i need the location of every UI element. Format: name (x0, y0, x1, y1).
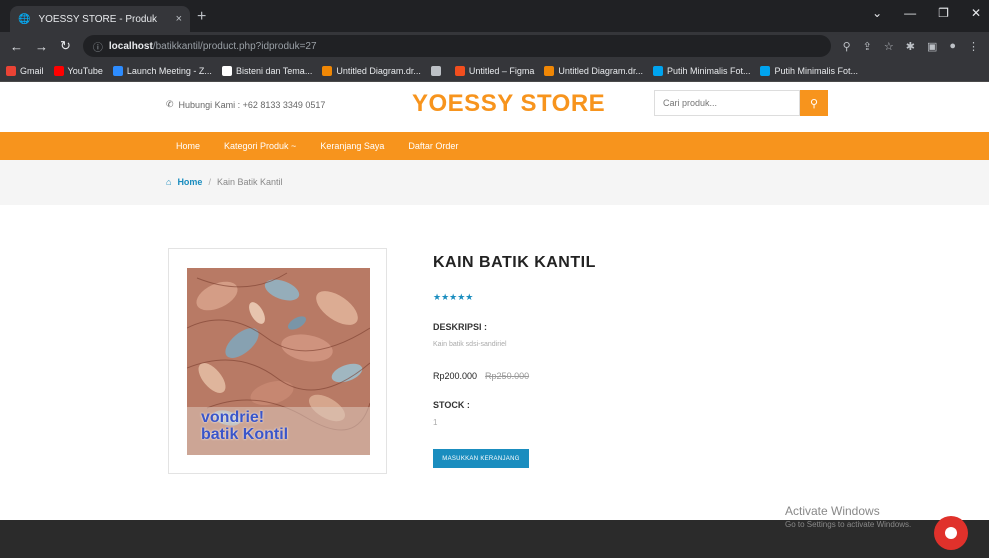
contact-info: ✆ Hubungi Kami : +62 8133 3349 0517 (166, 99, 325, 110)
address-actions: ⚲ ⇪ ☆ ✱ ▣ ● ⋮ (843, 40, 979, 53)
product-image[interactable]: vondrie! batik Kontil (187, 268, 370, 455)
address-bar: ← → ↻ ⓘ localhost/batikkantil/product.ph… (0, 32, 989, 60)
url-text: localhost/batikkantil/product.php?idprod… (108, 40, 317, 52)
bookmark-label: YouTube (67, 65, 103, 76)
bookmark-item[interactable]: Bisteni dan Tema... (221, 65, 313, 76)
bookmark-item[interactable]: YouTube (53, 65, 103, 76)
tab-search-icon[interactable]: ⌄ (872, 6, 882, 20)
breadcrumb-current: Kain Batik Kantil (216, 177, 283, 187)
bookmark-item[interactable] (430, 65, 445, 76)
product-description: Kain batik sdsi-sandiriel (433, 341, 507, 348)
bookmark-label: Launch Meeting - Z... (126, 65, 212, 76)
sidepanel-icon[interactable]: ▣ (927, 40, 937, 53)
nav-daftar-order[interactable]: Daftar Order (408, 141, 458, 151)
info-icon: ⓘ (92, 42, 103, 54)
browser-tab[interactable]: 🌐 YOESSY STORE - Produk × (10, 6, 190, 32)
bookmark-favicon-icon (652, 65, 663, 76)
new-tab-button[interactable]: + (197, 8, 206, 26)
zoom-icon[interactable]: ⚲ (843, 40, 851, 53)
contact-text: Hubungi Kami : +62 8133 3349 0517 (178, 99, 326, 110)
bookmark-item[interactable]: Launch Meeting - Z... (112, 65, 212, 76)
price-row: Rp200.000 Rp250.000 (433, 371, 529, 381)
bookmark-label: Untitled – Figma (468, 65, 535, 76)
bookmark-item[interactable]: Putih Minimalis Fot... (760, 65, 859, 76)
bookmark-favicon-icon (112, 65, 123, 76)
bookmark-item[interactable]: Putih Minimalis Fot... (652, 65, 751, 76)
nav-keranjang[interactable]: Keranjang Saya (320, 141, 384, 151)
nav-home[interactable]: Home (176, 141, 200, 151)
bookmark-favicon-icon (53, 65, 64, 76)
activate-windows-watermark: Activate Windows Go to Settings to activ… (785, 504, 912, 529)
bookmark-favicon-icon (6, 65, 16, 76)
chat-widget-button[interactable] (934, 516, 968, 550)
bookmark-favicon-icon (221, 65, 232, 76)
image-watermark-text: vondrie! batik Kontil (201, 409, 289, 443)
old-price: Rp250.000 (485, 371, 530, 381)
bookmark-favicon-icon (430, 65, 441, 76)
minimize-icon[interactable]: — (904, 6, 916, 20)
tab-title: YOESSY STORE - Produk (38, 13, 158, 25)
rating-stars: ★★★★★ (433, 292, 474, 302)
bookmark-label: Untitled Diagram.dr... (558, 65, 643, 76)
bookmark-label: Gmail (20, 65, 44, 76)
window-controls: ⌄ — ❐ ✕ (872, 6, 981, 20)
bookmark-favicon-icon (760, 65, 771, 76)
chat-icon (945, 527, 957, 539)
close-tab-icon[interactable]: × (176, 13, 182, 25)
bookmark-label: Untitled Diagram.dr... (336, 65, 421, 76)
add-to-cart-button[interactable]: MASUKKAN KERANJANG (433, 449, 529, 468)
close-window-icon[interactable]: ✕ (971, 6, 981, 20)
globe-icon: 🌐 (18, 13, 31, 25)
search-button[interactable]: ⚲ (800, 90, 828, 116)
bookmark-label: Putih Minimalis Fot... (666, 65, 751, 76)
share-icon[interactable]: ⇪ (863, 40, 872, 53)
bookmarks-bar: Gmail YouTube Launch Meeting - Z... Bisteni… (0, 60, 989, 82)
bookmark-favicon-icon (322, 65, 333, 76)
search-form: ⚲ (654, 90, 830, 116)
stock-label: STOCK : (433, 400, 470, 410)
bookmark-label: Bisteni dan Tema... (235, 65, 313, 76)
product-image-frame: vondrie! batik Kontil (168, 248, 387, 474)
site-logo[interactable]: YOESSY STORE (412, 90, 605, 118)
forward-icon[interactable]: → (35, 39, 48, 54)
phone-icon: ✆ (166, 99, 174, 109)
bookmark-item[interactable]: Gmail (6, 65, 44, 76)
home-icon: ⌂ (166, 177, 172, 187)
bookmark-item[interactable]: Untitled – Figma (454, 65, 535, 76)
bookmark-favicon-icon (544, 65, 555, 76)
breadcrumb-home[interactable]: Home (177, 177, 202, 187)
description-label: DESKRIPSI : (433, 322, 488, 332)
bookmark-item[interactable]: Untitled Diagram.dr... (322, 65, 421, 76)
bookmark-label: Putih Minimalis Fot... (774, 65, 859, 76)
product-title: KAIN BATIK KANTIL (433, 254, 596, 271)
browser-tab-bar: 🌐 YOESSY STORE - Produk × + ⌄ — ❐ ✕ (0, 0, 989, 32)
stock-value: 1 (433, 418, 438, 427)
breadcrumb-separator: / (208, 177, 211, 187)
bookmark-favicon-icon (454, 65, 465, 76)
search-input[interactable] (654, 90, 800, 116)
menu-icon[interactable]: ⋮ (968, 40, 979, 53)
reload-icon[interactable]: ↻ (60, 38, 71, 54)
nav-kategori[interactable]: Kategori Produk ~ (224, 141, 296, 151)
breadcrumb: ⌂ Home / Kain Batik Kantil (0, 160, 989, 205)
url-field[interactable]: ⓘ localhost/batikkantil/product.php?idpr… (82, 35, 831, 57)
search-icon: ⚲ (809, 97, 819, 110)
bookmark-item[interactable]: Untitled Diagram.dr... (544, 65, 643, 76)
extensions-icon[interactable]: ✱ (906, 40, 915, 53)
bookmark-star-icon[interactable]: ☆ (884, 40, 894, 53)
main-nav: Home Kategori Produk ~ Keranjang Saya Da… (0, 132, 989, 160)
profile-avatar[interactable]: ● (949, 40, 956, 53)
restore-icon[interactable]: ❐ (938, 6, 949, 20)
back-icon[interactable]: ← (10, 39, 23, 54)
site-header: ✆ Hubungi Kami : +62 8133 3349 0517 YOES… (0, 82, 989, 132)
current-price: Rp200.000 (433, 371, 478, 381)
